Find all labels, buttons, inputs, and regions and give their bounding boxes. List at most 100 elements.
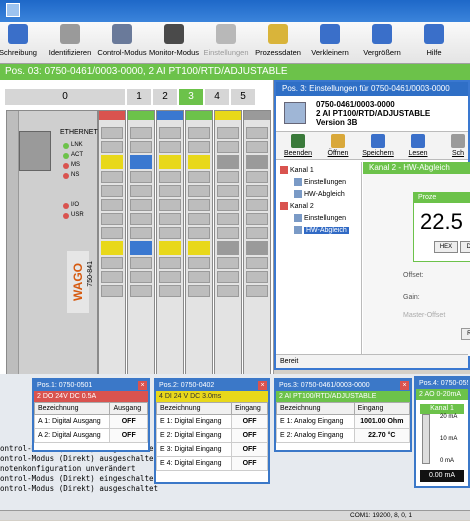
terminal-clamp: [246, 227, 268, 239]
panel-title: Kanal 2 - HW-Abgleich: [363, 162, 470, 174]
wire-band: [217, 241, 239, 255]
toolbar-button-save[interactable]: Schreibung: [0, 24, 46, 57]
terminal-clamp: [188, 185, 210, 197]
toolbar-button-zoom-out[interactable]: Verkleinern: [302, 24, 358, 57]
reset-button[interactable]: Re: [461, 328, 470, 340]
terminal-clamp: [101, 257, 123, 269]
pos1-title-text: Pos.1: 0750-0501: [37, 382, 93, 389]
settings-icon: [294, 214, 302, 222]
slot-tab-4[interactable]: 4: [205, 89, 229, 105]
wire-band: [101, 241, 123, 255]
terminal-clamp: [101, 199, 123, 211]
close-icon[interactable]: ×: [400, 381, 409, 390]
row-label: A 2: Digital Ausgang: [33, 428, 111, 443]
dialog-button-save[interactable]: Speichern: [360, 134, 396, 157]
calibrate-icon: [294, 226, 302, 234]
terminal-clamp: [159, 285, 181, 297]
table-row: E 1: Analog Eingang 1001.00 Ohm: [276, 414, 411, 429]
terminal-clamp: [101, 171, 123, 183]
tree-label: Einstellungen: [304, 178, 347, 186]
terminal-clamp: [188, 199, 210, 211]
gain-label: Gain:: [403, 294, 420, 301]
close-icon[interactable]: ×: [138, 381, 147, 390]
device-number: 0750-0461/0003-0000: [316, 100, 395, 109]
terminal-clamp: [217, 271, 239, 283]
slot-tab-5[interactable]: 5: [231, 89, 255, 105]
dialog-button-write[interactable]: Sch: [440, 134, 470, 157]
input-value: OFF: [231, 442, 268, 457]
row-label: A 1: Digital Ausgang: [33, 414, 111, 429]
toolbar-label: Monitor-Modus: [148, 48, 200, 57]
led-lnk: [63, 143, 69, 149]
led-usr: [63, 213, 69, 219]
pos2-title-text: Pos.2: 0750-0402: [159, 382, 215, 389]
scale-mid: 10 mA: [440, 436, 458, 442]
hex-button[interactable]: HEX: [434, 241, 458, 253]
row-label: E 3: Digital Eingang: [155, 442, 233, 457]
toolbar-button-zoom-in[interactable]: Vergrößern: [354, 24, 410, 57]
input-value: 22.70 °C: [353, 428, 411, 443]
terminal-clamp: [217, 127, 239, 139]
pos3-title: Pos.3: 0750-0461/0003-0000 ×: [276, 380, 410, 391]
terminal-clamp: [246, 185, 268, 197]
offset-label: Offset:: [403, 272, 424, 279]
output-value[interactable]: OFF: [109, 428, 148, 443]
help-icon: [424, 24, 444, 44]
pos4-window[interactable]: Pos.4: 0750-0553 2 AO 0-20mA Kanal 1 20 …: [414, 376, 470, 488]
terminal-clamp: [217, 185, 239, 197]
slot-tab-0[interactable]: 0: [5, 89, 125, 105]
dialog-button-exit[interactable]: Beenden: [280, 134, 316, 157]
toolbar-label: Einstellungen: [203, 48, 249, 57]
input-value: OFF: [231, 456, 268, 471]
terminal-clamp: [130, 227, 152, 239]
pos2-window[interactable]: Pos.2: 0750-0402 × 4 DI 24 V DC 3.0ms Bez…: [154, 378, 270, 484]
terminal-clamp: [101, 127, 123, 139]
tree-hw-abgleich-1[interactable]: HW-Abgleich: [294, 190, 345, 198]
column-header: Bezeichnung: [33, 402, 111, 415]
terminal-clamp: [130, 271, 152, 283]
toolbar-button-wrench[interactable]: Einstellungen: [198, 24, 254, 57]
tree-hw-abgleich-2[interactable]: HW-Abgleich: [294, 226, 349, 234]
toolbar-button-monitor[interactable]: Monitor-Modus: [146, 24, 202, 57]
tree-einstellungen-1[interactable]: Einstellungen: [294, 178, 346, 186]
slot-tab-1[interactable]: 1: [127, 89, 151, 105]
terminal-clamp: [246, 141, 268, 153]
identify-icon: [60, 24, 80, 44]
toolbar-button-gauge[interactable]: Prozessdaten: [250, 24, 306, 57]
zoom-out-icon: [320, 24, 340, 44]
pos3-window[interactable]: Pos.3: 0750-0461/0003-0000 × 2 AI PT100/R…: [274, 378, 412, 452]
toolbar-button-help[interactable]: Hilfe: [406, 24, 462, 57]
terminal-strip: [188, 125, 210, 299]
toolbar-button-identify[interactable]: Identifizieren: [42, 24, 98, 57]
tree-kanal-2[interactable]: Kanal 2: [280, 202, 314, 210]
tree-einstellungen-2[interactable]: Einstellungen: [294, 214, 346, 222]
close-icon[interactable]: ×: [258, 381, 267, 390]
slot-tab-3[interactable]: 3: [179, 89, 203, 105]
wire-band: [101, 155, 123, 169]
led-label-lnk: LNK: [71, 142, 83, 148]
dialog-button-open[interactable]: Öffnen: [320, 134, 356, 157]
toolbar-label: Hilfe: [426, 48, 442, 57]
toolbar-button-control[interactable]: Control-Modus: [94, 24, 150, 57]
scale-min: 0 mA: [440, 458, 455, 464]
device-icon: [284, 102, 306, 124]
dialog-button-read[interactable]: Lesen: [400, 134, 436, 157]
dialog-status: Bereit: [276, 354, 468, 368]
dec-button[interactable]: Dez: [460, 241, 470, 253]
column-header: Eingang: [231, 402, 268, 415]
terminal-clamp: [188, 257, 210, 269]
table-row: E 4: Digital Eingang OFF: [155, 456, 268, 471]
terminal-clamp: [246, 171, 268, 183]
wire-band: [130, 155, 152, 169]
terminal-clamp: [217, 199, 239, 211]
led-label-io: I/O: [71, 202, 80, 208]
pos1-window[interactable]: Pos.1: 0750-0501 × 2 DO 24V DC 0.5A Bezei…: [32, 378, 150, 452]
output-value[interactable]: OFF: [109, 414, 148, 429]
terminal-clamp: [217, 171, 239, 183]
terminal-clamp: [101, 271, 123, 283]
terminal-clamp: [159, 213, 181, 225]
terminal-clamp: [188, 171, 210, 183]
tree-kanal-1[interactable]: Kanal 1: [280, 166, 314, 174]
slot-tab-2[interactable]: 2: [153, 89, 177, 105]
terminal-clamp: [159, 257, 181, 269]
